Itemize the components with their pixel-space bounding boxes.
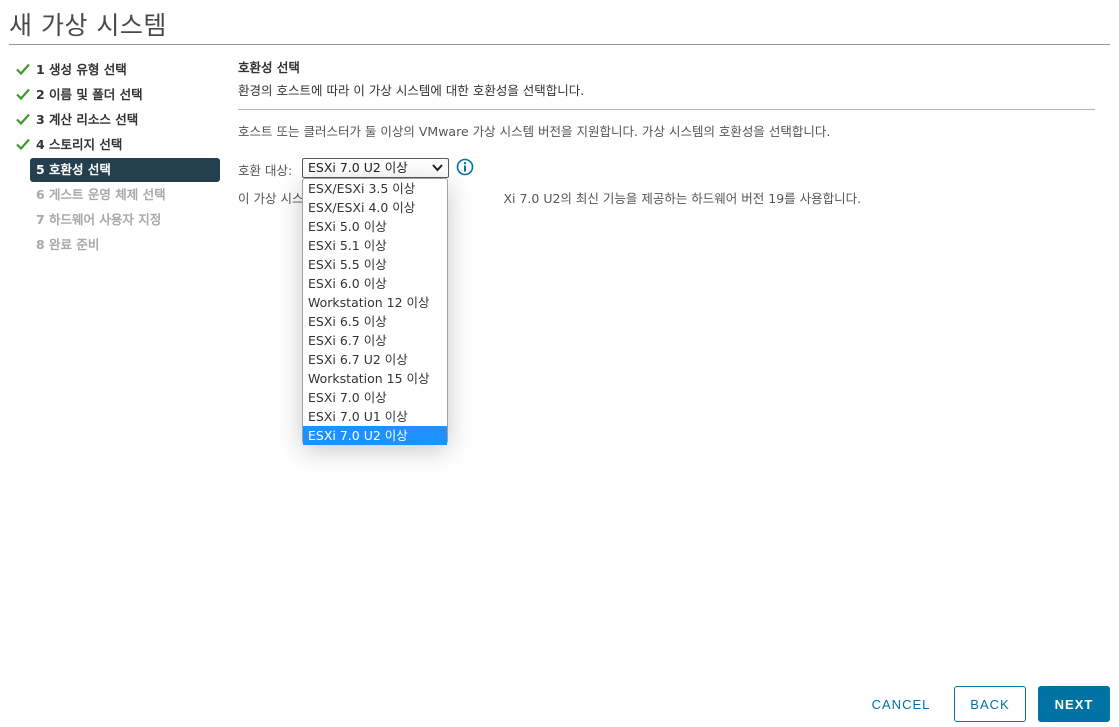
option-esxi-6-7[interactable]: ESXi 6.7 이상 xyxy=(303,331,447,350)
step-label: 4 스토리지 선택 xyxy=(36,137,123,152)
title-divider xyxy=(9,44,1110,45)
option-esxi-5-1[interactable]: ESXi 5.1 이상 xyxy=(303,236,447,255)
step-label: 8 완료 준비 xyxy=(36,237,100,252)
compatibility-select[interactable]: ESXi 7.0 U2 이상 xyxy=(302,158,449,178)
step-label: 5 호환성 선택 xyxy=(36,162,111,177)
compatibility-panel: 호환성 선택 환경의 호스트에 따라 이 가상 시스템에 대한 호환성을 선택합… xyxy=(238,58,1095,182)
step-3[interactable]: 3 계산 리소스 선택 xyxy=(14,108,220,133)
option-esxi-7-0-u1[interactable]: ESXi 7.0 U1 이상 xyxy=(303,407,447,426)
next-button[interactable]: NEXT xyxy=(1038,686,1110,722)
compat-label: 호환 대상: xyxy=(238,163,293,178)
step-8: 8 완료 준비 xyxy=(14,233,220,258)
option-workstation-15[interactable]: Workstation 15 이상 xyxy=(303,369,447,388)
step-2[interactable]: 2 이름 및 폴더 선택 xyxy=(14,83,220,108)
check-icon xyxy=(16,63,30,76)
option-workstation-12[interactable]: Workstation 12 이상 xyxy=(303,293,447,312)
chevron-down-icon xyxy=(432,164,443,172)
option-esxi-7-0-u2[interactable]: ESXi 7.0 U2 이상 xyxy=(303,426,447,445)
compatibility-description: 호스트 또는 클러스터가 둘 이상의 VMware 가상 시스템 버전을 지원합… xyxy=(238,124,831,139)
wizard-steps: 1 생성 유형 선택 2 이름 및 폴더 선택 3 계산 리소스 선택 4 스토… xyxy=(14,58,220,258)
option-esx-4-0[interactable]: ESX/ESXi 4.0 이상 xyxy=(303,198,447,217)
step-1[interactable]: 1 생성 유형 선택 xyxy=(14,58,220,83)
section-divider xyxy=(238,109,1095,110)
back-button[interactable]: BACK xyxy=(954,686,1026,722)
cancel-button[interactable]: CANCEL xyxy=(860,686,942,722)
step-5[interactable]: 5 호환성 선택 xyxy=(30,158,220,182)
new-vm-wizard: 새 가상 시스템 1 생성 유형 선택 2 이름 및 폴더 선택 3 계산 리소… xyxy=(0,0,1119,727)
step-label: 3 계산 리소스 선택 xyxy=(36,112,139,127)
step-label: 7 하드웨어 사용자 지정 xyxy=(36,212,162,227)
note-text-right: Xi 7.0 U2의 최신 기능을 제공하는 하드웨어 버전 19를 사용합니다… xyxy=(503,191,862,206)
section-title: 호환성 선택 xyxy=(238,60,300,75)
option-esx-3-5[interactable]: ESX/ESXi 3.5 이상 xyxy=(303,179,447,198)
step-label: 6 게스트 운영 체제 선택 xyxy=(36,187,166,202)
step-7: 7 하드웨어 사용자 지정 xyxy=(14,208,220,233)
section-subtitle: 환경의 호스트에 따라 이 가상 시스템에 대한 호환성을 선택합니다. xyxy=(238,83,585,98)
step-label: 2 이름 및 폴더 선택 xyxy=(36,87,143,102)
info-icon[interactable] xyxy=(456,158,474,176)
step-4[interactable]: 4 스토리지 선택 xyxy=(14,133,220,158)
check-icon xyxy=(16,138,30,151)
step-6: 6 게스트 운영 체제 선택 xyxy=(14,183,220,208)
select-value: ESXi 7.0 U2 이상 xyxy=(308,160,408,175)
compatibility-dropdown[interactable]: ESX/ESXi 3.5 이상 ESX/ESXi 4.0 이상 ESXi 5.0… xyxy=(302,178,448,445)
wizard-title: 새 가상 시스템 xyxy=(9,11,167,40)
option-esxi-5-5[interactable]: ESXi 5.5 이상 xyxy=(303,255,447,274)
option-esxi-6-0[interactable]: ESXi 6.0 이상 xyxy=(303,274,447,293)
check-icon xyxy=(16,113,30,126)
note-text-left: 이 가상 시스 xyxy=(238,191,304,206)
option-esxi-7-0[interactable]: ESXi 7.0 이상 xyxy=(303,388,447,407)
option-esxi-5-0[interactable]: ESXi 5.0 이상 xyxy=(303,217,447,236)
step-label: 1 생성 유형 선택 xyxy=(36,62,127,77)
check-icon xyxy=(16,88,30,101)
option-esxi-6-5[interactable]: ESXi 6.5 이상 xyxy=(303,312,447,331)
option-esxi-6-7-u2[interactable]: ESXi 6.7 U2 이상 xyxy=(303,350,447,369)
